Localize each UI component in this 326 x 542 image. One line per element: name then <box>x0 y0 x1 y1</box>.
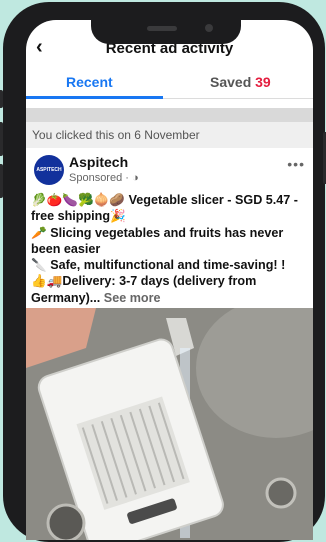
sponsored-label: Sponsored · ◑ <box>69 172 139 184</box>
tab-recent[interactable]: Recent <box>66 74 113 90</box>
sponsored-text: Sponsored <box>69 172 123 184</box>
post-body: 🥬🍅🍆🥦🧅🥔 Vegetable slicer - SGD 5.47 - fre… <box>31 192 311 306</box>
slicer-demo-image <box>26 308 313 540</box>
post-header: ASPITECH Aspitech Sponsored · ◑ ••• <box>26 152 313 192</box>
vegetable-emojis: 🥬🍅🍆🥦🧅🥔 <box>31 192 126 207</box>
tab-saved-label: Saved <box>210 74 252 90</box>
ad-video[interactable] <box>26 308 313 540</box>
avatar-logo-text: ASPITECH <box>36 167 62 173</box>
delivery-emojis: 👍🚚 <box>31 273 63 289</box>
knife-icon: 🔪 <box>31 257 47 273</box>
tab-bar: Recent Saved 39 <box>26 68 313 99</box>
click-notice: You clicked this on 6 November <box>26 122 313 148</box>
saved-count-badge: 39 <box>255 74 271 90</box>
post-line-3: Safe, multifunctional and time-saving! ! <box>50 258 286 273</box>
party-popper-icon: 🎉 <box>110 208 126 224</box>
page-name-link[interactable]: Aspitech <box>69 154 128 170</box>
mute-switch <box>0 90 3 108</box>
phone-frame: ‹ Recent ad activity Recent Saved 39 You… <box>0 2 326 542</box>
speaker-grille <box>147 26 177 31</box>
carrot-icon: 🥕 <box>31 224 47 240</box>
tab-recent-label: Recent <box>66 74 113 90</box>
see-more-link[interactable]: See more <box>104 291 161 305</box>
post-line-2: Slicing vegetables and fruits has never … <box>31 225 284 256</box>
front-camera <box>205 24 213 32</box>
active-tab-indicator <box>26 96 163 99</box>
divider <box>26 108 313 122</box>
volume-up-button <box>0 122 3 156</box>
volume-down-button <box>0 164 3 198</box>
globe-icon: ◑ <box>132 172 139 184</box>
tab-saved[interactable]: Saved 39 <box>210 74 271 90</box>
click-notice-text: You clicked this on 6 November <box>32 128 200 142</box>
screen: ‹ Recent ad activity Recent Saved 39 You… <box>26 20 313 540</box>
more-options-icon[interactable]: ••• <box>287 156 305 172</box>
notch <box>91 18 241 44</box>
avatar[interactable]: ASPITECH <box>34 155 64 185</box>
